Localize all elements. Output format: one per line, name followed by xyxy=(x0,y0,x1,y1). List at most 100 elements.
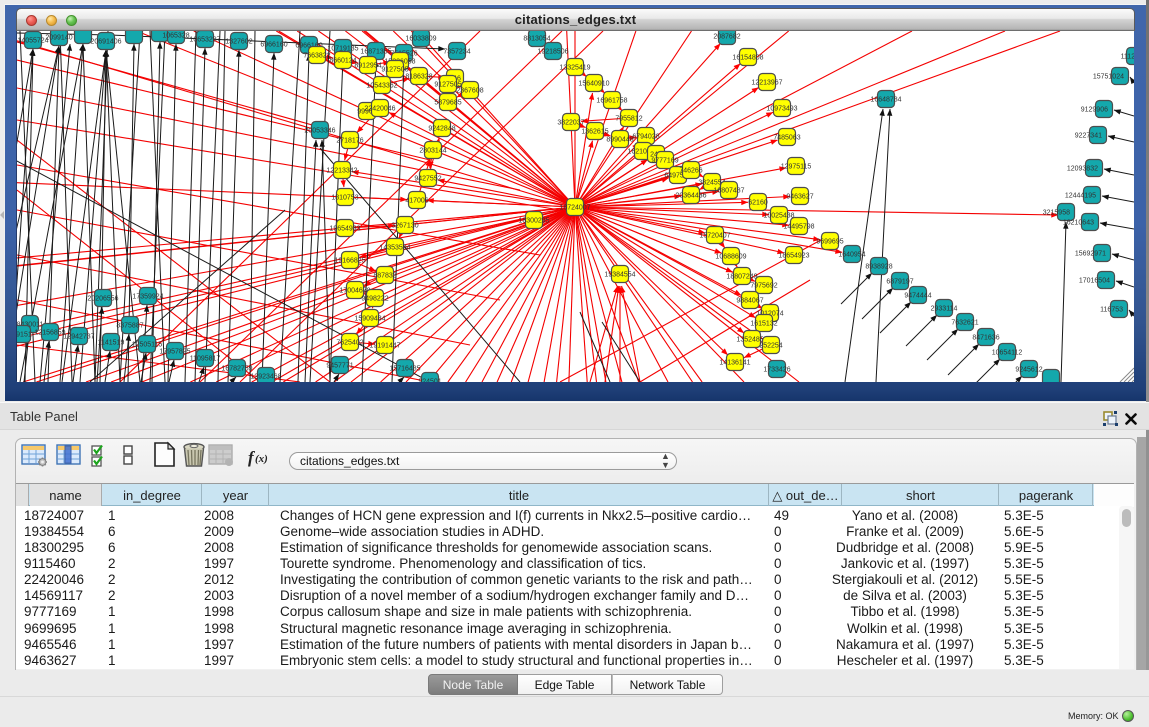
svg-text:16154808: 16154808 xyxy=(732,55,763,62)
svg-text:2099140: 2099140 xyxy=(45,35,72,42)
svg-text:20053346: 20053346 xyxy=(304,128,335,135)
svg-text:6794028: 6794028 xyxy=(632,134,659,141)
svg-text:15751024: 15751024 xyxy=(1093,74,1124,81)
svg-text:18724007: 18724007 xyxy=(559,205,590,212)
svg-text:14136141: 14136141 xyxy=(719,360,750,367)
svg-text:887833: 887833 xyxy=(373,273,396,280)
svg-text:7955812: 7955812 xyxy=(615,116,642,123)
svg-text:9129906: 9129906 xyxy=(1081,107,1108,114)
svg-text:17957825: 17957825 xyxy=(159,349,190,356)
svg-text:2367608: 2367608 xyxy=(456,88,483,95)
svg-text:15909484: 15909484 xyxy=(354,316,385,323)
svg-text:2803144: 2803144 xyxy=(419,148,446,155)
svg-text:11095817: 11095817 xyxy=(190,356,221,363)
svg-text:39151: 39151 xyxy=(17,332,32,339)
svg-text:16961758: 16961758 xyxy=(596,98,627,105)
svg-text:3267130: 3267130 xyxy=(391,223,418,230)
svg-text:8813054: 8813054 xyxy=(523,36,550,43)
svg-text:1065328: 1065328 xyxy=(162,33,189,40)
svg-text:10973493: 10973493 xyxy=(766,106,797,113)
svg-text:3822037: 3822037 xyxy=(557,120,584,127)
svg-text:116753: 116753 xyxy=(1100,307,1123,314)
svg-text:(x): (x) xyxy=(255,453,268,465)
svg-text:7663822: 7663822 xyxy=(303,53,330,60)
svg-text:10025438: 10025438 xyxy=(763,213,794,220)
svg-text:16033809: 16033809 xyxy=(405,36,436,43)
svg-text:3215958: 3215958 xyxy=(1043,210,1070,217)
svg-text:9242848: 9242848 xyxy=(428,126,455,133)
svg-text:20691406: 20691406 xyxy=(90,39,121,46)
svg-text:12156859: 12156859 xyxy=(34,330,65,337)
svg-text:14495798: 14495798 xyxy=(783,224,814,231)
svg-text:12213342: 12213342 xyxy=(326,168,357,175)
svg-text:16782759: 16782759 xyxy=(221,366,252,373)
svg-text:19166825: 19166825 xyxy=(334,258,365,265)
svg-text:1327602: 1327602 xyxy=(225,39,252,46)
svg-text:9777169: 9777169 xyxy=(651,158,678,165)
svg-text:2933114: 2933114 xyxy=(931,306,958,313)
svg-text:8375887: 8375887 xyxy=(116,323,143,330)
svg-text:8660124: 8660124 xyxy=(329,58,356,65)
svg-text:9463627: 9463627 xyxy=(786,194,813,201)
svg-text:924501: 924501 xyxy=(418,379,441,383)
svg-text:9699695: 9699695 xyxy=(816,239,843,246)
svg-text:12923468: 12923468 xyxy=(250,374,281,381)
svg-text:20206556: 20206556 xyxy=(87,296,118,303)
svg-text:252254: 252254 xyxy=(759,343,782,350)
svg-text:1733426: 1733426 xyxy=(763,367,790,374)
svg-text:11124: 11124 xyxy=(1121,54,1134,61)
svg-text:417006: 417006 xyxy=(405,198,428,205)
svg-text:17016504: 17016504 xyxy=(1079,278,1110,285)
svg-text:19384554: 19384554 xyxy=(604,272,635,279)
svg-text:9427552: 9427552 xyxy=(414,176,441,183)
svg-text:12213967: 12213967 xyxy=(751,80,782,87)
svg-text:8938928: 8938928 xyxy=(865,264,892,271)
svg-text:15692971: 15692971 xyxy=(1075,251,1106,258)
svg-text:7485063: 7485063 xyxy=(773,135,800,142)
svg-text:8912954: 8912954 xyxy=(354,63,381,70)
svg-text:18807249: 18807249 xyxy=(726,274,757,281)
svg-text:10543362: 10543362 xyxy=(366,83,397,90)
svg-text:15716485: 15716485 xyxy=(389,366,420,373)
svg-text:5879685: 5879685 xyxy=(434,100,461,107)
svg-text:9474444: 9474444 xyxy=(904,293,931,300)
svg-text:9227341: 9227341 xyxy=(1075,133,1102,140)
svg-text:22420046: 22420046 xyxy=(364,106,395,113)
svg-text:8186328: 8186328 xyxy=(405,74,432,81)
svg-text:9884067: 9884067 xyxy=(736,298,763,305)
svg-text:8471636: 8471636 xyxy=(972,335,999,342)
svg-text:6966160: 6966160 xyxy=(260,42,287,49)
svg-text:2718176: 2718176 xyxy=(336,138,363,145)
svg-text:18654923: 18654923 xyxy=(778,253,809,260)
svg-text:2087682: 2087682 xyxy=(713,34,740,41)
svg-text:7357234: 7357234 xyxy=(443,49,470,56)
svg-text:10807487: 10807487 xyxy=(713,188,744,195)
svg-text:19218506: 19218506 xyxy=(537,49,568,56)
svg-text:16210643: 16210643 xyxy=(1063,220,1094,227)
svg-text:1615132: 1615132 xyxy=(750,321,777,328)
svg-text:1810753: 1810753 xyxy=(331,195,358,202)
svg-text:12942737: 12942737 xyxy=(63,334,94,341)
svg-text:19191447: 19191447 xyxy=(369,343,400,350)
svg-text:9245612: 9245612 xyxy=(1015,367,1042,374)
svg-text:16648784: 16648784 xyxy=(870,97,901,104)
svg-text:6879197: 6879197 xyxy=(886,279,913,286)
svg-text:746266: 746266 xyxy=(679,168,702,175)
svg-text:14055724: 14055724 xyxy=(17,38,48,45)
svg-text:10688609: 10688609 xyxy=(715,254,746,261)
svg-text:7975692: 7975692 xyxy=(750,283,777,290)
svg-text:13325419: 13325419 xyxy=(559,65,590,72)
svg-text:15640910: 15640910 xyxy=(578,81,609,88)
svg-text:12975115: 12975115 xyxy=(781,164,812,171)
svg-text:16871355: 16871355 xyxy=(360,49,391,56)
svg-text:20364436: 20364436 xyxy=(675,193,706,200)
svg-text:9127505: 9127505 xyxy=(381,67,408,74)
svg-text:62160: 62160 xyxy=(748,200,768,207)
svg-text:15720407: 15720407 xyxy=(699,233,730,240)
svg-text:14353594: 14353594 xyxy=(379,245,410,252)
svg-text:10654112: 10654112 xyxy=(992,350,1023,357)
svg-text:19654933: 19654933 xyxy=(329,226,360,233)
svg-text:17359924: 17359924 xyxy=(132,294,163,301)
svg-text:7625402: 7625402 xyxy=(336,340,363,347)
svg-text:12093832: 12093832 xyxy=(1067,166,1098,173)
